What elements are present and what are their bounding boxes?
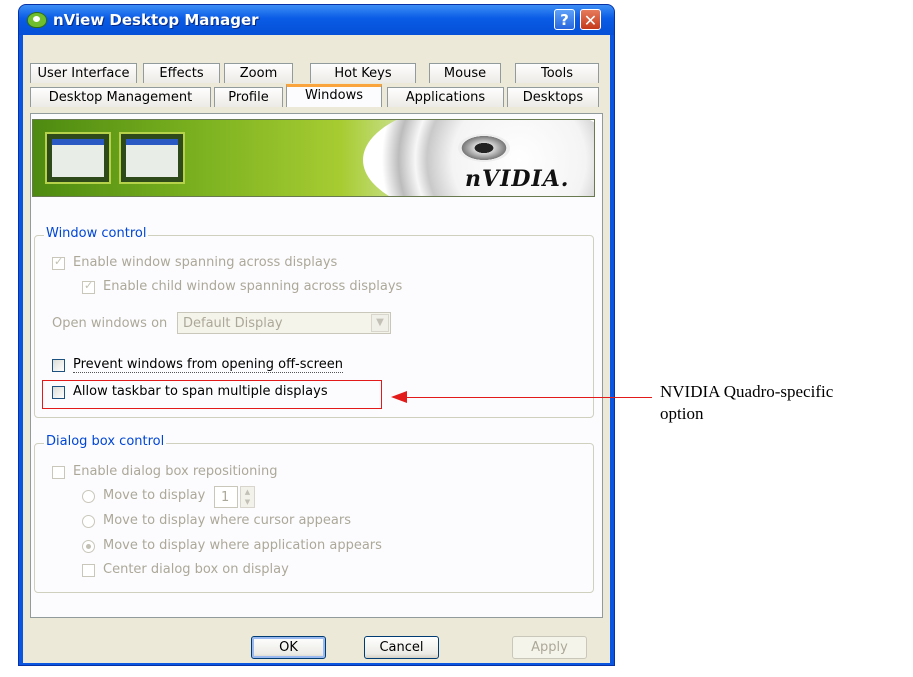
- ok-button[interactable]: OK: [251, 636, 326, 659]
- nvidia-logo-icon: [458, 134, 510, 162]
- tab-mouse[interactable]: Mouse: [429, 63, 501, 83]
- enable-child-spanning-checkbox[interactable]: [82, 279, 95, 294]
- center-dialog-checkbox[interactable]: [82, 564, 95, 577]
- tab-windows[interactable]: Windows: [286, 84, 382, 107]
- display-number-value: 1: [221, 490, 230, 505]
- callout-text: NVIDIA Quadro-specific option: [660, 381, 910, 425]
- tab-effects[interactable]: Effects: [143, 63, 220, 83]
- center-dialog-label: Center dialog box on display: [103, 562, 289, 577]
- tab-zoom[interactable]: Zoom: [224, 63, 293, 83]
- desktop-thumbnail-1: [45, 132, 111, 184]
- window-title: nView Desktop Manager: [53, 11, 259, 29]
- tab-hot-keys[interactable]: Hot Keys: [310, 63, 416, 83]
- tab-user-interface[interactable]: User Interface: [30, 63, 137, 83]
- dialog-control-legend: Dialog box control: [44, 434, 167, 449]
- title-bar[interactable]: nView Desktop Manager ? ✕: [19, 5, 614, 35]
- callout-line-1: NVIDIA Quadro-specific: [660, 382, 834, 401]
- open-windows-on-label: Open windows on: [52, 316, 168, 331]
- move-cursor-label: Move to display where cursor appears: [103, 513, 352, 528]
- spin-down-icon[interactable]: ▼: [241, 497, 254, 507]
- apply-button[interactable]: Apply: [512, 636, 587, 659]
- desktop-thumbnail-2: [119, 132, 185, 184]
- open-windows-on-value: Default Display: [183, 316, 283, 331]
- window-control-legend: Window control: [44, 226, 149, 241]
- chevron-down-icon[interactable]: ▼: [371, 314, 389, 332]
- tab-applications[interactable]: Applications: [387, 87, 504, 107]
- move-cursor-radio[interactable]: [82, 515, 95, 528]
- enable-spanning-checkbox[interactable]: [52, 255, 65, 270]
- enable-repositioning-label: Enable dialog box repositioning: [73, 464, 278, 479]
- cancel-button[interactable]: Cancel: [364, 636, 439, 659]
- nvidia-wordmark: nVIDIA.: [465, 166, 570, 192]
- move-to-display-radio[interactable]: [82, 490, 95, 503]
- callout-line: [405, 397, 652, 398]
- taskbar-option-highlight: [42, 380, 382, 409]
- enable-child-spanning-label: Enable child window spanning across disp…: [103, 279, 403, 294]
- close-button[interactable]: ✕: [580, 9, 601, 30]
- move-to-display-label: Move to display: [103, 488, 206, 503]
- tab-profile[interactable]: Profile: [214, 87, 283, 107]
- tab-tools[interactable]: Tools: [515, 63, 599, 83]
- move-application-radio[interactable]: [82, 540, 95, 553]
- callout-line-2: option: [660, 404, 704, 423]
- display-number-spinner[interactable]: ▲ ▼: [240, 486, 255, 508]
- nvidia-banner: nVIDIA.: [32, 119, 595, 197]
- help-button[interactable]: ?: [554, 9, 575, 30]
- prevent-offscreen-label[interactable]: Prevent windows from opening off-screen: [73, 357, 343, 373]
- prevent-offscreen-checkbox[interactable]: [52, 359, 65, 372]
- tab-desktops[interactable]: Desktops: [507, 87, 599, 107]
- tab-desktop-management[interactable]: Desktop Management: [30, 87, 211, 107]
- spin-up-icon[interactable]: ▲: [241, 487, 254, 497]
- display-number-input[interactable]: 1: [214, 486, 238, 508]
- enable-spanning-label: Enable window spanning across displays: [73, 255, 338, 270]
- open-windows-on-select[interactable]: Default Display ▼: [177, 312, 391, 334]
- nvidia-eye-icon: [27, 12, 47, 28]
- move-application-label: Move to display where application appear…: [103, 538, 382, 553]
- enable-repositioning-checkbox[interactable]: [52, 466, 65, 479]
